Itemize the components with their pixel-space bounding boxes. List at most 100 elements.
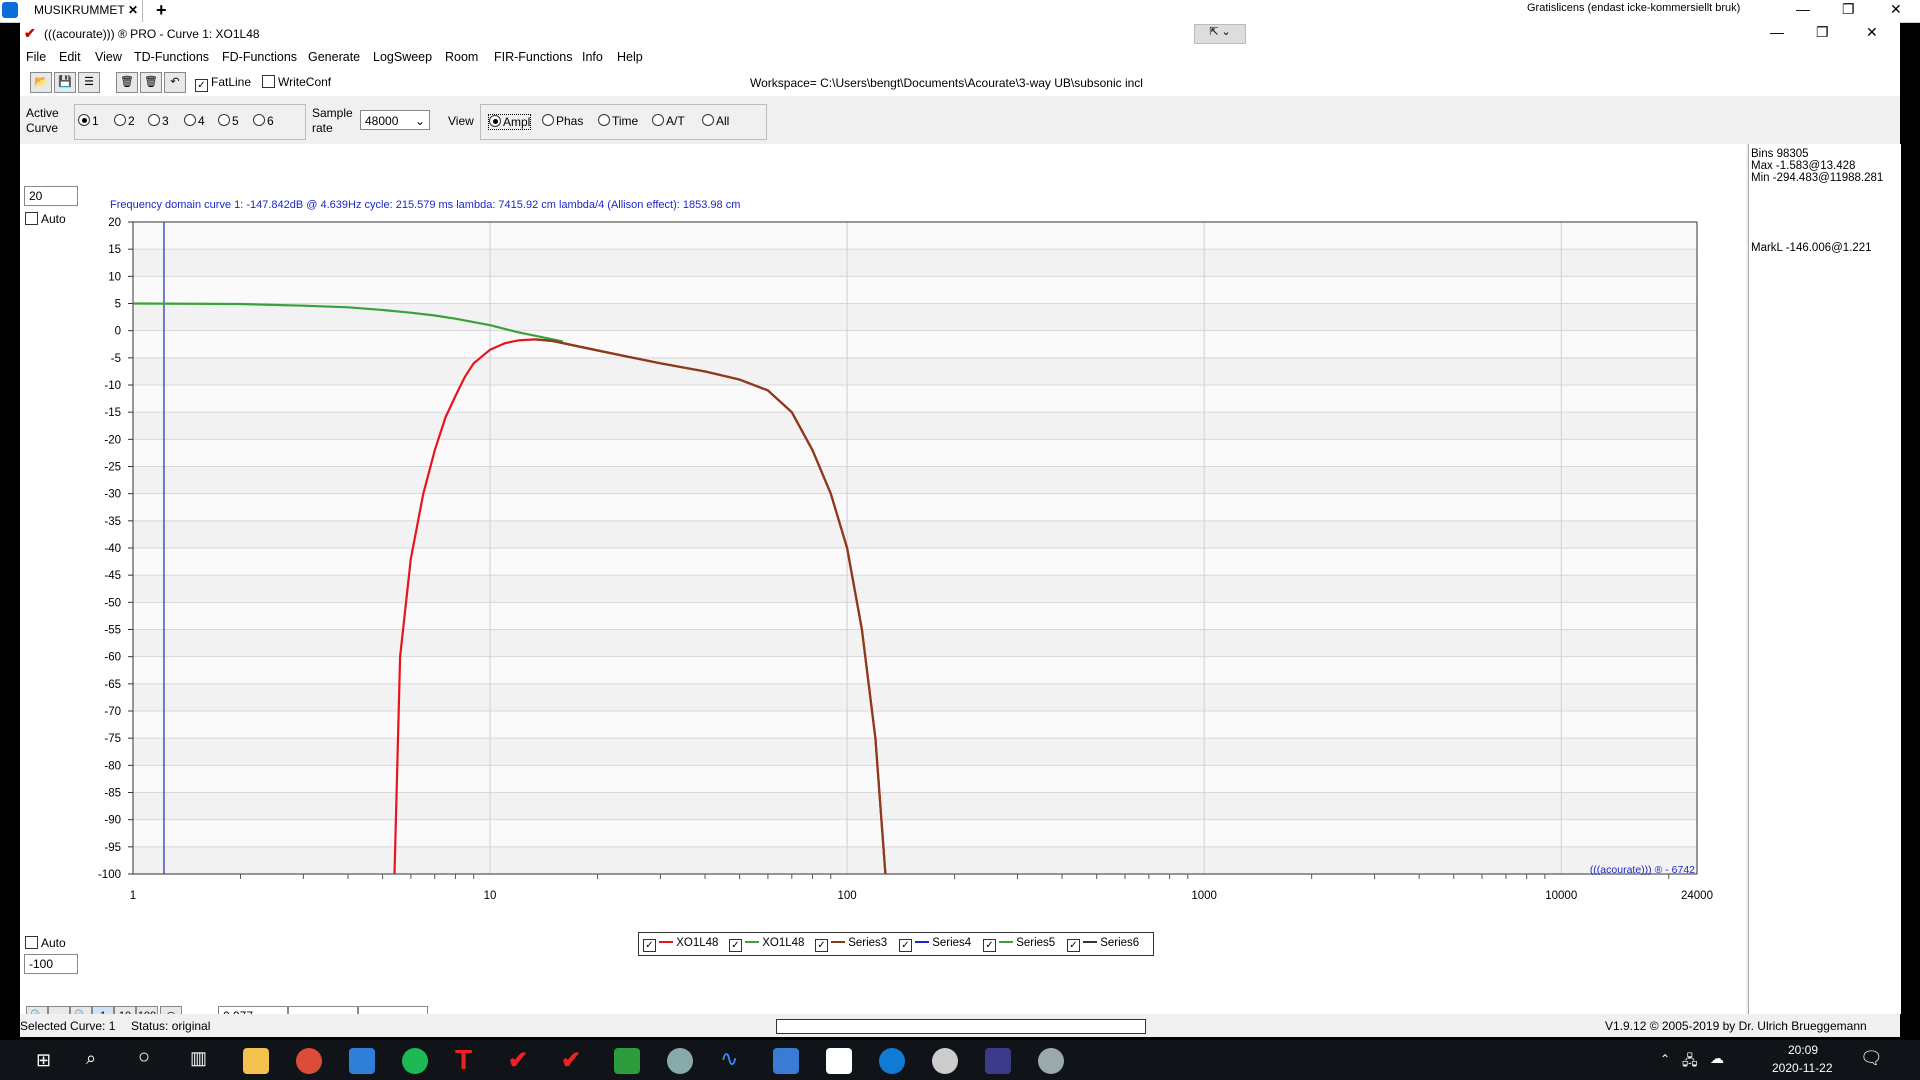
legend-item-xo1l48-red[interactable]: ✓ XO1L48 [643,937,718,952]
view-option-label: A/T [666,114,685,128]
menu-edit[interactable]: Edit [59,50,81,64]
undo-icon[interactable]: ↶ [164,72,186,93]
legend-swatch [745,941,759,943]
writeconf-checkbox[interactable]: WriteConf [262,75,331,89]
curve-radio-6[interactable]: 6 [253,114,274,128]
legend-swatch [999,941,1013,943]
version-text: V1.9.12 © 2005-2019 by Dr. Ulrich Bruegg… [1605,1019,1867,1033]
curve-label: 4 [198,114,205,128]
curve-radio-1[interactable]: 1 [78,114,99,128]
app-restore-icon[interactable]: ❐ [1816,24,1829,41]
delete-icon[interactable]: 🗑 [140,72,162,93]
delete-all-icon[interactable]: 🗑 [116,72,138,93]
y-tick-label: 0 [115,326,121,338]
selected-curve-text: Selected Curve: 1 [20,1019,116,1033]
acourate-red-icon[interactable]: ✔ [508,1046,528,1075]
y-tick-label: 20 [108,217,121,229]
save-icon[interactable]: 💾 [54,72,76,93]
add-tab-icon[interactable]: + [156,0,167,21]
teamviewer-t-icon[interactable]: T [455,1044,472,1076]
task-view-icon[interactable]: ▥ [190,1048,207,1069]
legend-item-series3[interactable]: ✓ Series3 [815,937,887,952]
open-folder-icon[interactable]: 📂 [30,72,52,93]
signal-icon[interactable]: ∿ [720,1046,738,1072]
close-tab-icon[interactable]: ✕ [128,3,138,17]
cortana-icon[interactable]: ○ [138,1046,150,1069]
radio-icon [253,114,265,126]
checkbox-checked-icon: ✓ [729,939,742,952]
list-icon[interactable]: ☰ [78,72,100,93]
tool-icon[interactable] [1038,1048,1064,1074]
curve-radio-2[interactable]: 2 [114,114,135,128]
acourate-active-icon[interactable]: ✔ [561,1046,581,1075]
menu-view[interactable]: View [95,50,122,64]
tray-chevron-icon[interactable]: ⌃ [1660,1052,1670,1066]
ymin-input[interactable] [24,954,78,974]
auto-bottom-checkbox[interactable]: Auto [25,936,66,950]
menu-room[interactable]: Room [445,50,478,64]
tab-musikrummet[interactable]: MUSIKRUMMET ✕ [22,0,143,22]
view-radio-time[interactable]: Time [598,114,638,128]
chrome-icon[interactable] [296,1048,322,1074]
view-radio-at[interactable]: A/T [652,114,685,128]
plot-area: Auto Auto Frequency domain curve 1: -147… [20,144,1746,1027]
minimize-icon[interactable]: — [1796,1,1810,17]
media-icon[interactable] [667,1048,693,1074]
y-tick-label: -45 [104,570,121,582]
restore-icon[interactable]: ❐ [1842,1,1855,18]
view-radio-phas[interactable]: Phas [542,114,583,128]
remote-control-handle[interactable]: ⇱ ⌄ [1194,24,1246,44]
clock-date[interactable]: 2020-11-22 [1772,1061,1833,1075]
legend-item-series6[interactable]: ✓ Series6 [1067,937,1139,952]
x-tick-label: 10000 [1545,890,1577,902]
view-option-label: Phas [556,114,584,128]
bins-text: Bins 98305 [1751,148,1809,160]
y-tick-label: -20 [104,434,121,446]
windows-start-icon[interactable]: ⊞ [36,1050,51,1071]
plot-header: Frequency domain curve 1: -147.842dB @ 4… [110,199,740,211]
frequency-chart[interactable]: Frequency domain curve 1: -147.842dB @ 4… [20,144,1746,934]
spotify-icon[interactable] [402,1048,428,1074]
file-explorer-icon[interactable] [243,1048,269,1074]
menu-file[interactable]: File [26,50,46,64]
network-icon[interactable]: 🖧 [1682,1050,1698,1074]
edge-icon[interactable] [879,1048,905,1074]
menu-generate[interactable]: Generate [308,50,360,64]
legend-item-series4[interactable]: ✓ Series4 [899,937,971,952]
player-icon[interactable] [614,1048,640,1074]
menu-fir-functions[interactable]: FIR-Functions [494,50,573,64]
search-icon[interactable]: ⌕ [86,1048,96,1069]
mail-icon[interactable] [349,1048,375,1074]
rew-icon[interactable] [985,1048,1011,1074]
menu-td-functions[interactable]: TD-Functions [134,50,209,64]
menu-logsweep[interactable]: LogSweep [373,50,432,64]
sample-rate-label: Sample rate [312,106,353,135]
dsp-icon[interactable] [932,1048,958,1074]
notification-icon[interactable]: 🗨 [1860,1048,1883,1069]
y-tick-label: -85 [104,788,121,800]
clock-time[interactable]: 20:09 [1788,1043,1818,1057]
menu-help[interactable]: Help [617,50,643,64]
curve-radio-3[interactable]: 3 [148,114,169,128]
document-icon[interactable] [826,1048,852,1074]
app-minimize-icon[interactable]: — [1770,24,1784,40]
y-tick-label: -100 [98,869,121,881]
fatline-checkbox[interactable]: ✓ FatLine [195,75,251,92]
app-close-icon[interactable]: ✕ [1866,24,1878,41]
curve-radio-4[interactable]: 4 [184,114,205,128]
view-radio-ampl[interactable]: Ampl [488,114,532,130]
view-radio-all[interactable]: All [702,114,729,128]
menu-fd-functions[interactable]: FD-Functions [222,50,297,64]
y-tick-label: -50 [104,597,121,609]
curve-radio-5[interactable]: 5 [218,114,239,128]
close-icon[interactable]: ✕ [1890,1,1902,18]
legend-label: Series5 [1016,937,1056,949]
window-app-icon[interactable] [773,1048,799,1074]
legend-swatch [915,941,929,943]
cloud-icon[interactable]: ☁ [1710,1050,1724,1067]
checkbox-icon [25,936,38,949]
menu-info[interactable]: Info [582,50,603,64]
legend-item-series5[interactable]: ✓ Series5 [983,937,1055,952]
legend-item-xo1l48-green[interactable]: ✓ XO1L48 [729,937,804,952]
sample-rate-select[interactable]: 48000 ⌄ [360,110,430,130]
